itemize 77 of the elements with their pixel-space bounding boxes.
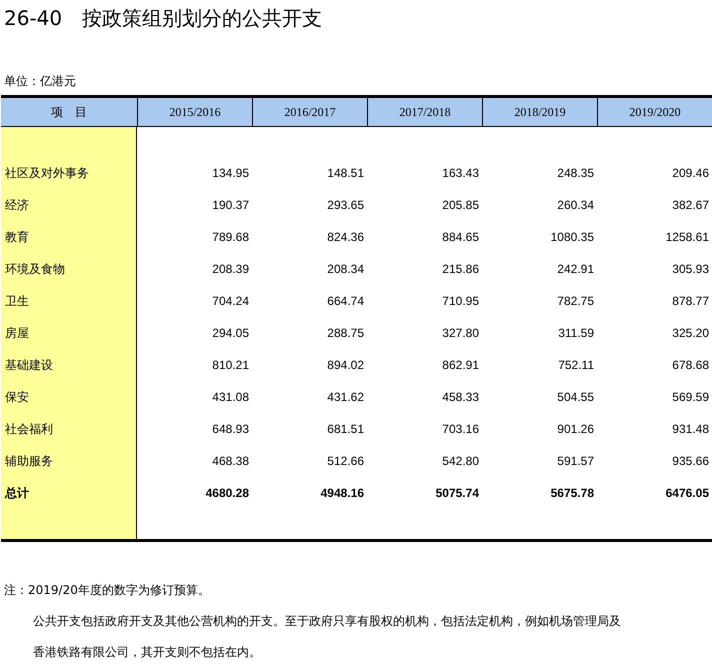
table-cell-text: 894.02 — [327, 357, 364, 374]
table-cell-text: 664.74 — [327, 293, 364, 310]
table-cell-text: 215.86 — [442, 261, 479, 278]
table-cell-text: 884.65 — [442, 229, 479, 246]
column-header: 2015/2016 — [137, 98, 252, 126]
table-cell-text: 5075.74 — [436, 485, 479, 502]
row-label: 环境及食物 — [5, 261, 65, 278]
table-cell-text: 209.46 — [672, 165, 709, 182]
table-cell-text: 208.39 — [212, 261, 249, 278]
table-cell-text: 862.91 — [442, 357, 479, 374]
row-label: 总计 — [5, 485, 29, 502]
table-cell-text: 294.05 — [212, 325, 249, 342]
table-cell-text: 752.11 — [558, 357, 594, 374]
table-cell-text: 878.77 — [672, 293, 709, 310]
table-cell-text: 327.80 — [442, 325, 479, 342]
row-label: 保安 — [5, 389, 29, 406]
table-cell-text: 512.66 — [327, 453, 364, 470]
table-cell-text: 504.55 — [557, 389, 594, 406]
table-cell-text: 242.91 — [557, 261, 594, 278]
table-cell-text: 311.59 — [558, 325, 594, 342]
table-cell-text: 163.43 — [442, 165, 479, 182]
table-cell-text: 681.51 — [327, 421, 364, 438]
table-cell-text: 382.67 — [672, 197, 709, 214]
table-cell-text: 789.68 — [212, 229, 249, 246]
table-cell-text: 6476.05 — [666, 485, 709, 502]
column-header: 2019/2020 — [597, 98, 712, 126]
row-label: 社区及对外事务 — [5, 165, 89, 182]
table-cell-text: 248.35 — [557, 165, 594, 182]
table-cell-text: 810.21 — [212, 357, 249, 374]
table-cell-text: 293.65 — [327, 197, 364, 214]
table-cell-text: 4680.28 — [206, 485, 249, 502]
table-cell-text: 325.20 — [672, 325, 709, 342]
table-cell-text: 431.62 — [327, 389, 364, 406]
unit-label: 单位：亿港元 — [4, 73, 76, 89]
table-cell-text: 710.95 — [442, 293, 479, 310]
column-header: 2017/2018 — [367, 98, 482, 126]
table-cell-text: 782.75 — [557, 293, 594, 310]
table-cell-text: 931.48 — [672, 421, 709, 438]
note-text: 公共开支包括政府开支及其他公营机构的开支。至于政府只享有股权的机构，包括法定机构，例如机场管理局及 — [32, 613, 621, 629]
table-cell-text: 148.51 — [327, 165, 364, 182]
table-cell-text: 305.93 — [672, 261, 709, 278]
table-cell-text: 1258.61 — [666, 229, 709, 246]
row-label: 教育 — [5, 229, 29, 246]
table-cell-text: 1080.35 — [550, 229, 594, 246]
table-cell-text: 591.57 — [557, 453, 594, 470]
table-cell-text: 824.36 — [327, 229, 364, 246]
table-cell-text: 542.80 — [442, 453, 479, 470]
table-cell-text: 458.33 — [442, 389, 479, 406]
table-cell-text: 703.16 — [442, 421, 479, 438]
table-cell-text: 205.85 — [442, 197, 479, 214]
row-label: 房屋 — [5, 325, 29, 342]
table-cell-text: 935.66 — [672, 453, 709, 470]
note-text: 香港铁路有限公司，其开支则不包括在内。 — [32, 644, 262, 660]
note-text: 注：2019/20年度的数字为修订预算。 — [4, 582, 211, 598]
table-cell-text: 5675.78 — [550, 485, 594, 502]
table-cell-text: 901.26 — [557, 421, 594, 438]
table-cell-text: 704.24 — [212, 293, 249, 310]
page-title: 26-40 按政策组别划分的公共开支 — [4, 5, 322, 31]
table-cell-text: 4948.16 — [320, 485, 364, 502]
table-cell-text: 569.59 — [672, 389, 709, 406]
table-cell-text: 190.37 — [212, 197, 249, 214]
table-cell-text: 208.34 — [327, 261, 364, 278]
table-cell-text: 648.93 — [212, 421, 249, 438]
table-cell-text: 134.95 — [212, 165, 249, 182]
row-label: 辅助服务 — [5, 453, 53, 470]
table-cell-text: 678.68 — [672, 357, 709, 374]
table-cell-text: 288.75 — [327, 325, 364, 342]
column-header: 项 目 — [50, 104, 88, 121]
table-cell-text: 468.38 — [212, 453, 249, 470]
column-header: 2016/2017 — [252, 98, 367, 126]
table-cell-text: 260.34 — [557, 197, 594, 214]
row-label: 社会福利 — [5, 421, 53, 438]
table-cell-text: 431.08 — [212, 389, 249, 406]
row-label: 经济 — [5, 197, 29, 214]
column-header: 2018/2019 — [482, 98, 597, 126]
row-label: 基础建设 — [5, 357, 53, 374]
row-label: 卫生 — [5, 293, 29, 310]
